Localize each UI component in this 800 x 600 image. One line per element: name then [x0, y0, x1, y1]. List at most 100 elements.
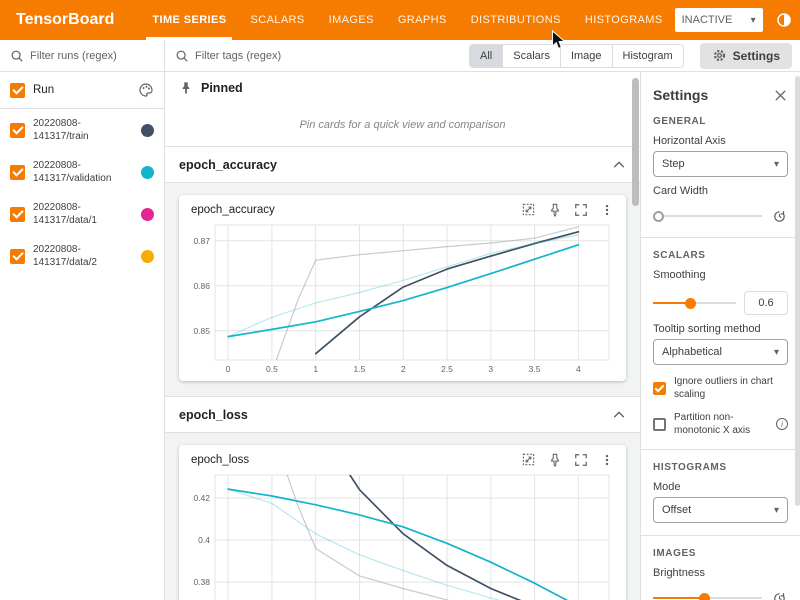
partition-x-axis-row: Partition non-monotonic X axis [653, 411, 788, 437]
tab-scalars[interactable]: SCALARS [238, 0, 316, 40]
filter-tags-input[interactable] [195, 50, 463, 62]
svg-text:0.86: 0.86 [193, 281, 210, 291]
section-header-epoch-accuracy[interactable]: epoch_accuracy [165, 146, 640, 183]
histogram-mode-select[interactable]: Offset [653, 497, 788, 523]
ignore-outliers-checkbox[interactable] [653, 382, 666, 395]
svg-text:0.5: 0.5 [266, 364, 278, 374]
pinned-section-header: Pinned [165, 72, 640, 104]
epoch-loss-chart[interactable]: 0.420.40.380.36 [181, 471, 624, 600]
settings-scrollbar[interactable] [795, 74, 800, 598]
svg-text:2.5: 2.5 [441, 364, 453, 374]
fit-domain-icon[interactable] [521, 202, 536, 217]
chevron-down-icon [751, 14, 756, 26]
run-checkbox[interactable] [10, 207, 25, 222]
run-checkbox[interactable] [10, 123, 25, 138]
run-checkbox[interactable] [10, 249, 25, 264]
chevron-down-icon [774, 346, 779, 358]
filter-image-button[interactable]: Image [560, 44, 613, 68]
section-header-epoch-loss[interactable]: epoch_loss [165, 396, 640, 433]
histogram-mode-label: Mode [653, 481, 788, 493]
run-color-dot[interactable] [141, 250, 154, 263]
histogram-mode-value: Offset [662, 504, 691, 516]
run-row-validation[interactable]: 20220808-141317/validation [0, 151, 164, 193]
brightness-slider[interactable] [653, 591, 762, 600]
settings-panel-title: Settings [653, 87, 708, 103]
tab-distributions[interactable]: DISTRIBUTIONS [459, 0, 573, 40]
card-title: epoch_loss [191, 454, 249, 466]
main-scrollbar[interactable] [632, 76, 639, 596]
horizontal-axis-select[interactable]: Step [653, 151, 788, 177]
run-row-data-1[interactable]: 20220808-141317/data/1 [0, 193, 164, 235]
slider-thumb[interactable] [685, 298, 696, 309]
palette-icon[interactable] [138, 82, 154, 98]
run-row-data-2[interactable]: 20220808-141317/data/2 [0, 235, 164, 277]
tab-histograms[interactable]: HISTOGRAMS [573, 0, 675, 40]
app-title: TensorBoard [0, 11, 140, 29]
run-color-dot[interactable] [141, 166, 154, 179]
pin-card-icon[interactable] [548, 453, 562, 467]
toolbar: All Scalars Image Histogram Settings [0, 40, 800, 72]
tab-time-series[interactable]: TIME SERIES [140, 0, 238, 40]
filter-histogram-button[interactable]: Histogram [612, 44, 684, 68]
card-width-row [653, 207, 788, 225]
epoch-accuracy-chart[interactable]: 00.511.522.533.540.850.860.87 [181, 221, 624, 378]
collapse-section-icon[interactable] [612, 408, 626, 422]
slider-thumb[interactable] [699, 593, 710, 600]
close-icon[interactable] [773, 88, 788, 103]
card-title: epoch_accuracy [191, 204, 275, 216]
tooltip-sorting-select[interactable]: Alphabetical [653, 339, 788, 365]
settings-button[interactable]: Settings [700, 43, 792, 69]
theme-toggle-icon[interactable] [775, 11, 793, 29]
collapse-section-icon[interactable] [612, 158, 626, 172]
reload-status-dropdown[interactable]: INACTIVE [675, 8, 763, 32]
card-header: epoch_loss [181, 452, 624, 471]
reset-card-width-icon[interactable] [770, 207, 788, 225]
settings-button-label: Settings [733, 49, 780, 63]
scrollbar-thumb[interactable] [795, 76, 800, 506]
more-options-icon[interactable] [600, 453, 614, 467]
card-width-label: Card Width [653, 185, 788, 197]
card-width-slider[interactable] [653, 209, 762, 223]
card-zone: epoch_loss 0.420.40.380.36 [165, 433, 640, 600]
svg-text:3: 3 [488, 364, 493, 374]
images-heading: IMAGES [653, 548, 788, 559]
pin-hint-text: Pin cards for a quick view and compariso… [165, 104, 640, 146]
section-title: epoch_accuracy [179, 158, 277, 172]
reset-brightness-icon[interactable] [770, 589, 788, 600]
tab-images[interactable]: IMAGES [317, 0, 386, 40]
svg-text:2: 2 [401, 364, 406, 374]
fit-domain-icon[interactable] [521, 452, 536, 467]
smoothing-slider[interactable] [653, 296, 736, 310]
run-color-dot[interactable] [141, 124, 154, 137]
smoothing-label: Smoothing [653, 269, 788, 281]
pin-card-icon[interactable] [548, 203, 562, 217]
filter-runs-input[interactable] [30, 50, 154, 62]
card-actions [521, 202, 614, 217]
info-icon[interactable] [776, 418, 788, 430]
run-checkbox[interactable] [10, 165, 25, 180]
svg-text:0: 0 [226, 364, 231, 374]
partition-x-axis-checkbox[interactable] [653, 418, 666, 431]
fullscreen-icon[interactable] [574, 203, 588, 217]
histograms-heading: HISTOGRAMS [653, 462, 788, 473]
divider [641, 237, 800, 238]
smoothing-value-input[interactable] [744, 291, 788, 315]
scalars-heading: SCALARS [653, 250, 788, 261]
divider [641, 535, 800, 536]
filter-all-button[interactable]: All [469, 44, 503, 68]
fullscreen-icon[interactable] [574, 453, 588, 467]
chevron-down-icon [774, 504, 779, 516]
gear-icon [712, 48, 727, 63]
run-color-dot[interactable] [141, 208, 154, 221]
tab-graphs[interactable]: GRAPHS [386, 0, 459, 40]
status-value: INACTIVE [682, 14, 733, 26]
run-row-train[interactable]: 20220808-141317/train [0, 109, 164, 151]
svg-text:0.42: 0.42 [193, 493, 210, 503]
select-all-runs-checkbox[interactable] [10, 83, 25, 98]
search-icon [10, 49, 24, 63]
more-options-icon[interactable] [600, 203, 614, 217]
filter-scalars-button[interactable]: Scalars [502, 44, 561, 68]
header-actions: INACTIVE [675, 8, 800, 32]
scrollbar-thumb[interactable] [632, 78, 639, 206]
slider-thumb[interactable] [653, 211, 664, 222]
